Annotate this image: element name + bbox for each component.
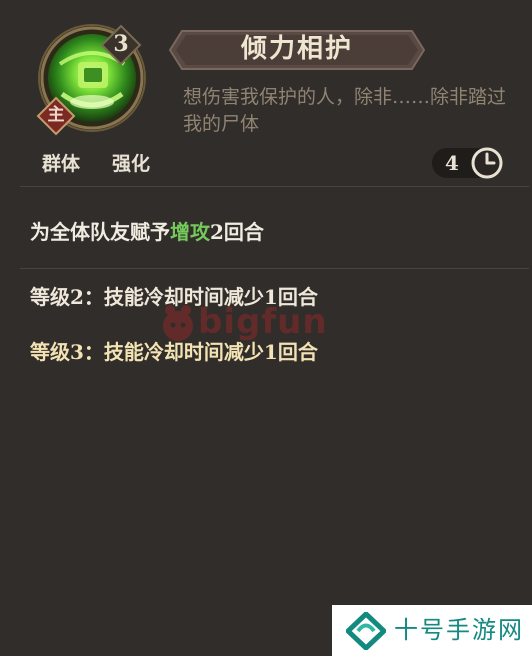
site-logo: 十号手游网	[332, 605, 532, 656]
watermark-text: bigfun	[198, 302, 328, 342]
site-logo-icon	[346, 612, 386, 650]
cooldown-indicator: 4	[432, 146, 504, 180]
cooldown-turns: 4	[445, 151, 459, 175]
skill-tags: 群体 强化	[42, 150, 150, 178]
bigfun-mascot-icon	[163, 305, 193, 341]
divider-top	[20, 186, 529, 187]
tag-group: 群体	[42, 153, 81, 175]
bigfun-watermark: bigfun	[158, 300, 378, 348]
main-skill-badge: 主	[36, 96, 76, 136]
main-skill-label: 主	[47, 105, 65, 125]
clock-icon	[471, 147, 503, 179]
description-suffix: 2回合	[210, 220, 264, 244]
skill-name: 倾力相护	[240, 34, 353, 64]
description-prefix: 为全体队友赋予	[30, 220, 170, 244]
skill-level-number: 3	[113, 31, 129, 57]
skill-level-badge: 3	[100, 24, 142, 66]
skill-flavor-text: 想伤害我保护的人，除非……除非踏过我的尸体	[183, 86, 507, 135]
skill-description: 为全体队友赋予增攻2回合	[30, 216, 264, 248]
divider-middle	[20, 268, 529, 269]
site-logo-text: 十号手游网	[394, 616, 524, 644]
skill-title-banner: 倾力相护	[168, 29, 426, 71]
description-highlight-buff: 增攻	[170, 220, 210, 244]
tag-buff: 强化	[112, 153, 151, 175]
